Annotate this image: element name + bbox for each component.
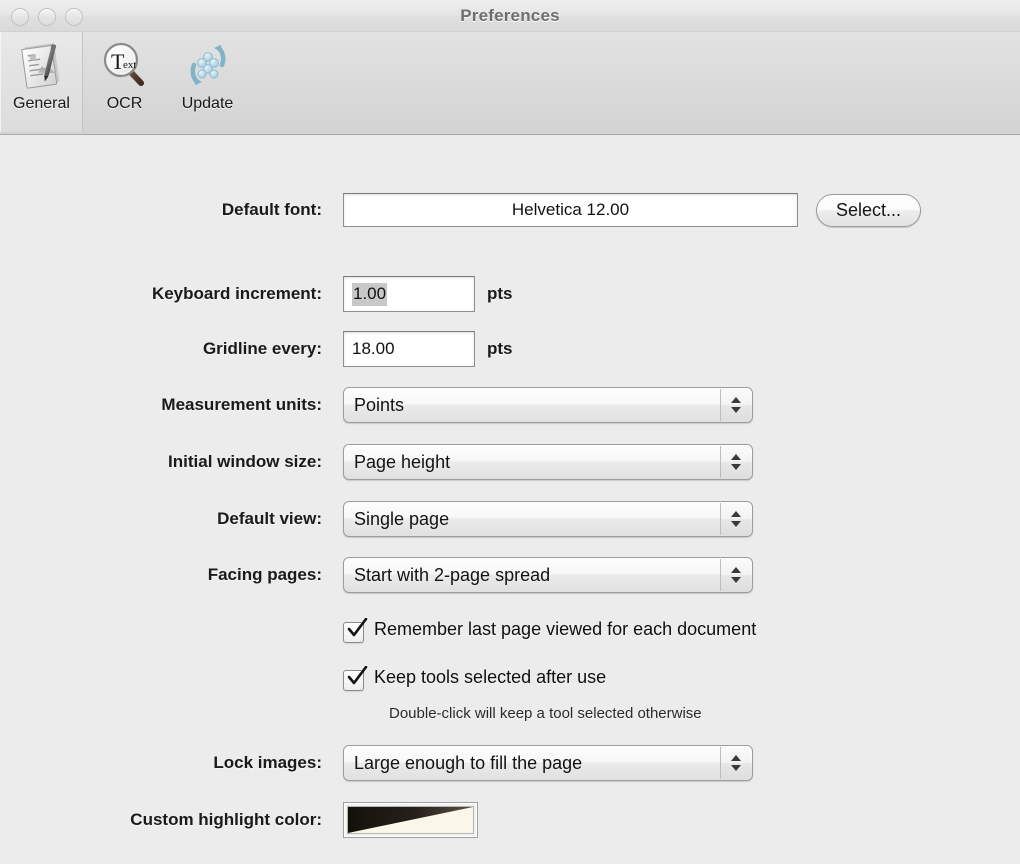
color-gradient-swatch [347,806,474,834]
toolbar-item-ocr-label: OCR [106,95,143,112]
row-keyboard-increment: Keyboard increment: 1.00 pts [0,276,513,312]
select-font-button[interactable]: Select... [816,193,922,227]
keyboard-increment-value: 1.00 [352,282,388,306]
custom-highlight-color-well[interactable] [343,802,478,838]
window-titlebar: Preferences [0,0,1020,32]
initial-window-size-value: Page height [354,451,451,472]
row-measurement-units: Measurement units: Points [0,387,753,423]
keyboard-increment-input[interactable]: 1.00 [343,276,475,312]
chevron-updown-icon[interactable] [720,389,751,421]
toolbar-item-update-label: Update [181,95,234,112]
checkmark-icon [347,666,368,685]
default-view-label: Default view: [217,509,322,528]
measurement-units-label: Measurement units: [161,395,322,414]
keep-tools-selected-note: Double-click will keep a tool selected o… [389,705,702,722]
gridline-every-units: pts [487,339,513,358]
lock-images-select[interactable]: Large enough to fill the page [343,745,753,781]
row-facing-pages: Facing pages: Start with 2-page spread [0,557,753,593]
preferences-toolbar: General T ext OCR Update [0,32,1020,135]
row-custom-highlight-color: Custom highlight color: [0,802,478,838]
remember-last-page-checkbox[interactable] [343,618,368,643]
default-view-value: Single page [354,508,450,529]
default-view-select[interactable]: Single page [343,501,753,537]
initial-window-size-label: Initial window size: [168,452,322,471]
wedge-gradient-icon [348,807,473,833]
toolbar-item-update[interactable]: Update [166,32,249,132]
lock-images-value: Large enough to fill the page [354,752,583,773]
row-initial-window-size: Initial window size: Page height [0,444,753,480]
facing-pages-value: Start with 2-page spread [354,564,551,585]
default-font-field[interactable]: Helvetica 12.00 [343,193,798,227]
keep-tools-selected-checkbox-row[interactable]: Keep tools selected after use [343,666,607,691]
preferences-general-pane: Default font: Helvetica 12.00 Select... … [0,135,1020,863]
keyboard-increment-units: pts [487,284,513,303]
gridline-every-value: 18.00 [352,339,395,358]
keep-tools-selected-checkbox[interactable] [343,666,368,691]
chevron-updown-icon[interactable] [720,559,751,591]
document-pen-icon [14,37,70,93]
remember-last-page-checkbox-row[interactable]: Remember last page viewed for each docum… [343,618,757,643]
default-font-value: Helvetica 12.00 [511,200,630,219]
svg-text:ext: ext [123,59,136,71]
facing-pages-select[interactable]: Start with 2-page spread [343,557,753,593]
toolbar-item-general-label: General [13,95,70,112]
window-title: Preferences [460,6,560,25]
gridline-every-label: Gridline every: [202,339,322,358]
measurement-units-select[interactable]: Points [343,387,753,423]
toolbar-item-general[interactable]: General [0,32,83,132]
chevron-updown-icon[interactable] [720,747,751,779]
custom-highlight-color-label: Custom highlight color: [130,810,322,829]
initial-window-size-select[interactable]: Page height [343,444,753,480]
lock-images-label: Lock images: [213,753,322,772]
gridline-every-input[interactable]: 18.00 [343,331,475,367]
row-gridline-every: Gridline every: 18.00 pts [0,331,513,367]
keyboard-increment-label: Keyboard increment: [151,284,322,303]
default-font-label: Default font: [221,200,322,219]
magnifier-text-icon: T ext [97,37,153,93]
row-lock-images: Lock images: Large enough to fill the pa… [0,745,753,781]
facing-pages-label: Facing pages: [207,565,322,584]
chevron-updown-icon[interactable] [720,446,751,478]
chevron-updown-icon[interactable] [720,503,751,535]
toolbar-item-ocr[interactable]: T ext OCR [83,32,166,132]
row-default-font: Default font: Helvetica 12.00 Select... [0,193,922,227]
row-default-view: Default view: Single page [0,501,753,537]
measurement-units-value: Points [354,394,405,415]
checkmark-icon [347,618,368,637]
remember-last-page-label: Remember last page viewed for each docum… [374,619,757,639]
keep-tools-selected-label: Keep tools selected after use [374,667,607,687]
refresh-arrows-icon [180,37,236,93]
